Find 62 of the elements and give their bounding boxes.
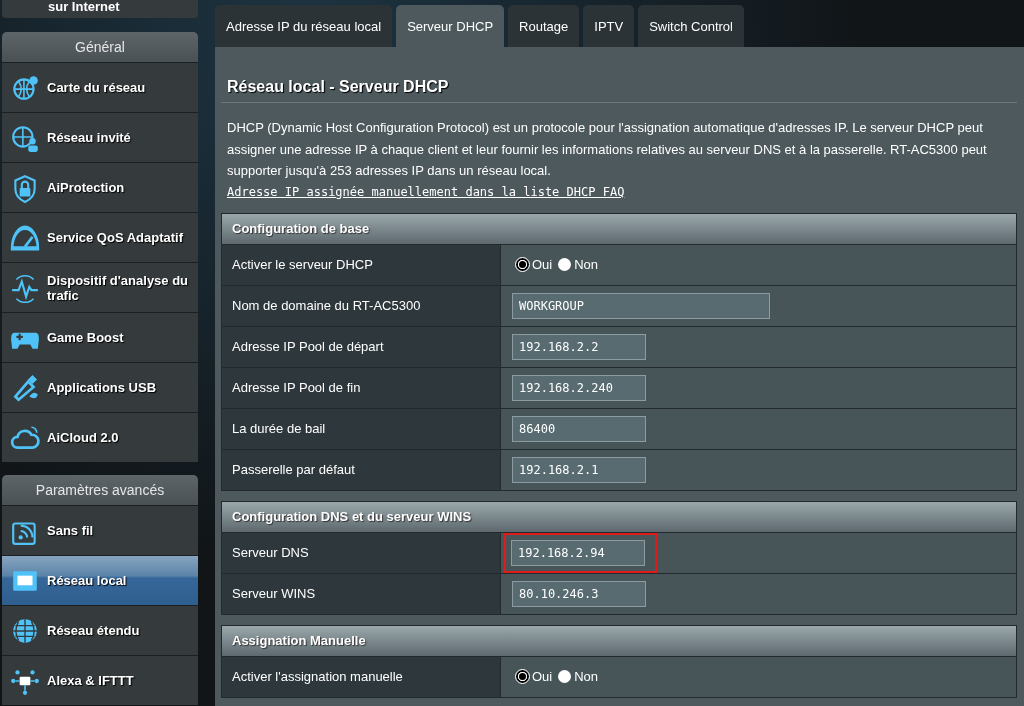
radio-button[interactable] [558, 258, 572, 271]
sidebar-item-label: AiProtection [47, 180, 125, 195]
page-title: Réseau local - Serveur DHCP [226, 77, 450, 97]
sidebar-item-label: Réseau étendu [47, 623, 140, 638]
section-header: Configuration DNS et du serveur WINS [222, 501, 1016, 532]
setting-label: Passerelle par défaut [222, 449, 501, 490]
sidebar-item[interactable]: Game Boost [2, 312, 198, 362]
sidebar-section-title: Général [2, 32, 198, 62]
setting-label: Activer le serveur DHCP [222, 244, 501, 285]
text-field[interactable]: 80.10.246.3 [512, 580, 646, 607]
faq-link[interactable]: Adresse IP assignée manuellement dans la liste DHCP FAQ [221, 184, 625, 199]
tab[interactable]: Switch Control [638, 5, 744, 47]
sidebar-section-title: Paramètres avancés [2, 475, 198, 505]
sidebar-item-label: Carte du réseau [47, 80, 146, 95]
radio-label[interactable]: Non [574, 669, 599, 684]
sidebar-item-label: Dispositif d'analyse du trafic [47, 272, 190, 303]
tab[interactable]: Routage [508, 5, 580, 47]
text-field[interactable]: 192.168.2.1 [512, 456, 646, 483]
sidebar-item[interactable]: Alexa & IFTTT [2, 655, 198, 705]
radio-label[interactable]: Oui [532, 257, 553, 272]
sidebar-item-label: Service QoS Adaptatif [47, 230, 184, 245]
setting-label: La durée de bail [222, 408, 501, 449]
sidebar-item[interactable]: AiProtection [2, 162, 198, 212]
pulse-icon [10, 272, 40, 303]
tab[interactable]: Serveur DHCP [396, 5, 505, 47]
sidebar-item[interactable]: Dispositif d'analyse du trafic [2, 262, 198, 312]
setting-label: Adresse IP Pool de fin [222, 367, 501, 408]
sidebar-item-label: AiCloud 2.0 [47, 430, 119, 445]
text-field[interactable]: 192.168.2.2 [512, 333, 646, 360]
sidebar-item[interactable]: AiCloud 2.0 [2, 412, 198, 462]
radio-label[interactable]: Non [574, 257, 599, 272]
sidebar-item[interactable]: Réseau local [2, 555, 198, 605]
tab[interactable]: Adresse IP du réseau local [215, 5, 393, 47]
sidebar-item[interactable]: Service QoS Adaptatif [2, 212, 198, 262]
sidebar-item-label: Sans fil [47, 523, 94, 538]
text-field[interactable]: WORKGROUP [512, 292, 770, 319]
sidebar-item-label: Réseau invité [47, 130, 131, 145]
setting-label: Activer l'assignation manuelle [222, 656, 501, 697]
description-text: DHCP (Dynamic Host Configuration Protocol) est un protocole pour l'assignation automatique d'adresses IP. Le serveur DHCP peut assigner une adresse IP à chaque client et leur fournir les informations relatives au serveur DNS et à la passerelle. RT-AC5300 peut supporter jusqu'à 253 adresses IP dans un réseau local. [226, 119, 988, 180]
text-field[interactable]: 86400 [512, 415, 646, 442]
sidebar-item-label: Réseau local [47, 573, 127, 588]
section-header: Assignation Manuelle [222, 625, 1016, 656]
sidebar-item-label: Applications USB [47, 380, 157, 395]
sidebar-item[interactable]: Réseau invité [2, 112, 198, 162]
sidebar-item[interactable]: Applications USB [2, 362, 198, 412]
setting-label: Serveur DNS [222, 532, 501, 573]
radio-label[interactable]: Oui [532, 669, 553, 684]
tab[interactable]: IPTV [583, 5, 635, 47]
section-header: Configuration de base [222, 213, 1016, 244]
sidebar-item-label: Game Boost [47, 330, 124, 345]
sidebar-item-label: Alexa & IFTTT [47, 673, 134, 688]
sidebar-item[interactable]: Carte du réseau [2, 62, 198, 112]
radio-button[interactable] [516, 258, 529, 271]
setting-label: Serveur WINS [222, 573, 501, 614]
radio-button[interactable] [516, 670, 529, 683]
radio-button[interactable] [558, 670, 572, 683]
sidebar-item[interactable]: sur Internet [2, 0, 198, 18]
text-field[interactable]: 192.168.2.240 [512, 374, 646, 401]
text-field[interactable]: 192.168.2.94 [511, 539, 645, 566]
setting-label: Nom de domaine du RT-AC5300 [222, 285, 501, 326]
sidebar-item[interactable]: Réseau étendu [2, 605, 198, 655]
setting-label: Adresse IP Pool de départ [222, 326, 501, 367]
